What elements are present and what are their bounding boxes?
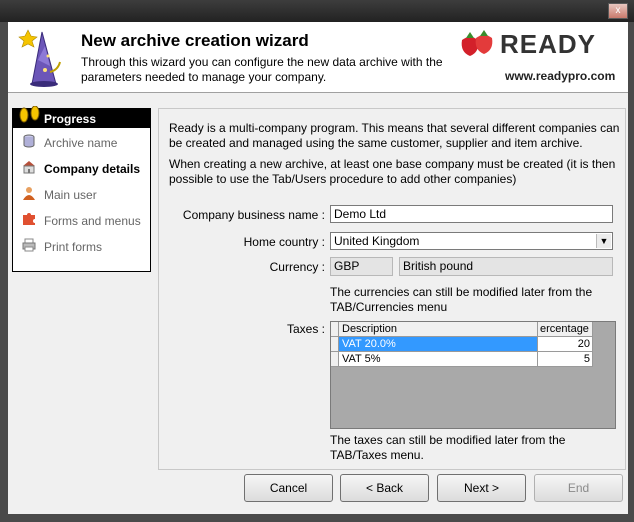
- step-label: Main user: [44, 188, 97, 202]
- wizard-description: Through this wizard you can configure th…: [81, 55, 443, 84]
- wizard-title: New archive creation wizard: [81, 31, 309, 50]
- printer-icon: [22, 238, 36, 252]
- ready-logo: READY: [458, 28, 624, 60]
- company-details-panel: Ready is a multi-company program. This m…: [158, 108, 626, 470]
- step-forms-and-menus: Forms and menus: [13, 209, 150, 235]
- company-name-label: Company business name :: [182, 208, 325, 222]
- home-country-value: United Kingdom: [334, 234, 420, 248]
- wizard-header: New archive creation wizard Through this…: [8, 22, 628, 93]
- cancel-button[interactable]: Cancel: [244, 474, 333, 502]
- footprints-icon: [19, 106, 40, 123]
- taxes-label: Taxes :: [286, 322, 325, 336]
- grid-header-row: Description ercentage: [331, 322, 593, 337]
- tax-percentage-cell[interactable]: 5: [538, 352, 593, 367]
- end-button[interactable]: End: [534, 474, 623, 502]
- step-archive-name: Archive name: [13, 131, 150, 157]
- home-country-label: Home country :: [243, 235, 325, 249]
- wizard-client: New archive creation wizard Through this…: [8, 22, 628, 514]
- tax-percentage-cell[interactable]: 20: [538, 337, 593, 352]
- tax-description-cell[interactable]: VAT 5%: [339, 352, 538, 367]
- currency-code-field: GBP: [330, 257, 393, 276]
- currency-note: The currencies can still be modified lat…: [330, 285, 593, 314]
- progress-header: Progress: [13, 106, 150, 128]
- logo-text: READY: [500, 29, 597, 59]
- strawberry-icon: [461, 30, 493, 56]
- puzzle-icon: [23, 213, 35, 225]
- column-header-description[interactable]: Description: [339, 322, 538, 337]
- table-row[interactable]: VAT 20.0% 20: [331, 337, 593, 352]
- column-header-percentage[interactable]: ercentage: [538, 322, 593, 337]
- progress-panel: Progress Archive name Company details Ma…: [12, 106, 151, 272]
- intro-text: Ready is a multi-company program. This m…: [169, 121, 620, 150]
- progress-title: Progress: [44, 112, 97, 126]
- currency-name-field: British pound: [399, 257, 613, 276]
- title-bar[interactable]: x: [0, 0, 634, 22]
- step-label: Archive name: [44, 136, 118, 150]
- row-indicator[interactable]: [331, 337, 339, 352]
- taxes-note: The taxes can still be modified later fr…: [330, 433, 566, 462]
- close-button[interactable]: x: [608, 3, 628, 19]
- step-label: Print forms: [44, 240, 103, 254]
- company-name-input[interactable]: Demo Ltd: [330, 205, 613, 223]
- company-icon: [23, 161, 35, 174]
- wizard-buttons: Cancel < Back Next > End: [244, 474, 624, 504]
- wizard-window: x New archive creation wizard Through th…: [0, 0, 634, 522]
- next-button[interactable]: Next >: [437, 474, 526, 502]
- user-icon: [23, 187, 35, 200]
- step-label: Company details: [44, 162, 141, 176]
- step-main-user: Main user: [13, 183, 150, 209]
- step-list: Archive name Company details Main user F…: [13, 131, 150, 261]
- wizard-hat-icon: [18, 29, 61, 87]
- home-country-select[interactable]: United Kingdom ▼: [330, 232, 613, 250]
- grid-corner: [331, 322, 339, 337]
- back-button[interactable]: < Back: [340, 474, 429, 502]
- row-indicator[interactable]: [331, 352, 339, 367]
- table-row[interactable]: VAT 5% 5: [331, 352, 593, 367]
- base-company-note: When creating a new archive, at least on…: [169, 157, 616, 186]
- step-print-forms: Print forms: [13, 235, 150, 261]
- currency-label: Currency :: [269, 260, 325, 274]
- chevron-down-icon[interactable]: ▼: [596, 234, 611, 248]
- database-icon: [23, 134, 35, 148]
- tax-description-cell[interactable]: VAT 20.0%: [339, 337, 538, 352]
- website-url: www.readypro.com: [505, 69, 616, 83]
- taxes-grid[interactable]: Description ercentage VAT 20.0% 20 VAT 5…: [330, 321, 616, 429]
- step-company-details: Company details: [13, 157, 150, 183]
- step-label: Forms and menus: [44, 214, 141, 228]
